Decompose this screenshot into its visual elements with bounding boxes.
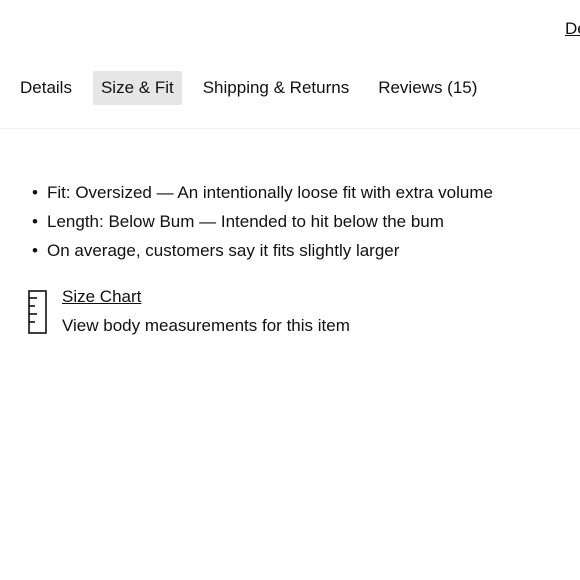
- tab-details[interactable]: Details: [12, 71, 80, 105]
- ruler-icon: [28, 290, 47, 334]
- bullet-icon: •: [32, 183, 38, 202]
- list-item: • Length: Below Bum — Intended to hit bel…: [30, 207, 493, 236]
- size-chart-link[interactable]: Size Chart: [62, 284, 141, 310]
- fit-details-list: • Fit: Oversized — An intentionally loose…: [30, 178, 493, 265]
- fit-item-text: Length: Below Bum — Intended to hit belo…: [47, 212, 444, 231]
- tab-shipping-returns[interactable]: Shipping & Returns: [195, 71, 357, 105]
- product-info-page: De Details Size & Fit Shipping & Returns…: [0, 0, 580, 580]
- size-chart-description: View body measurements for this item: [62, 316, 350, 335]
- tabs-divider: [0, 128, 580, 129]
- tab-size-fit[interactable]: Size & Fit: [92, 71, 182, 105]
- list-item: • Fit: Oversized — An intentionally loose…: [30, 178, 493, 207]
- bullet-icon: •: [32, 212, 38, 231]
- top-nav-link[interactable]: De: [565, 19, 580, 39]
- fit-item-text: On average, customers say it fits slight…: [47, 241, 400, 260]
- size-chart-text: Size Chart View body measurements for th…: [62, 284, 350, 342]
- list-item: • On average, customers say it fits sligh…: [30, 236, 493, 265]
- tab-reviews[interactable]: Reviews (15): [370, 71, 485, 105]
- size-chart-section: Size Chart View body measurements for th…: [28, 284, 350, 342]
- product-tabs: Details Size & Fit Shipping & Returns Re…: [12, 71, 498, 105]
- fit-item-text: Fit: Oversized — An intentionally loose …: [47, 183, 493, 202]
- bullet-icon: •: [32, 241, 38, 260]
